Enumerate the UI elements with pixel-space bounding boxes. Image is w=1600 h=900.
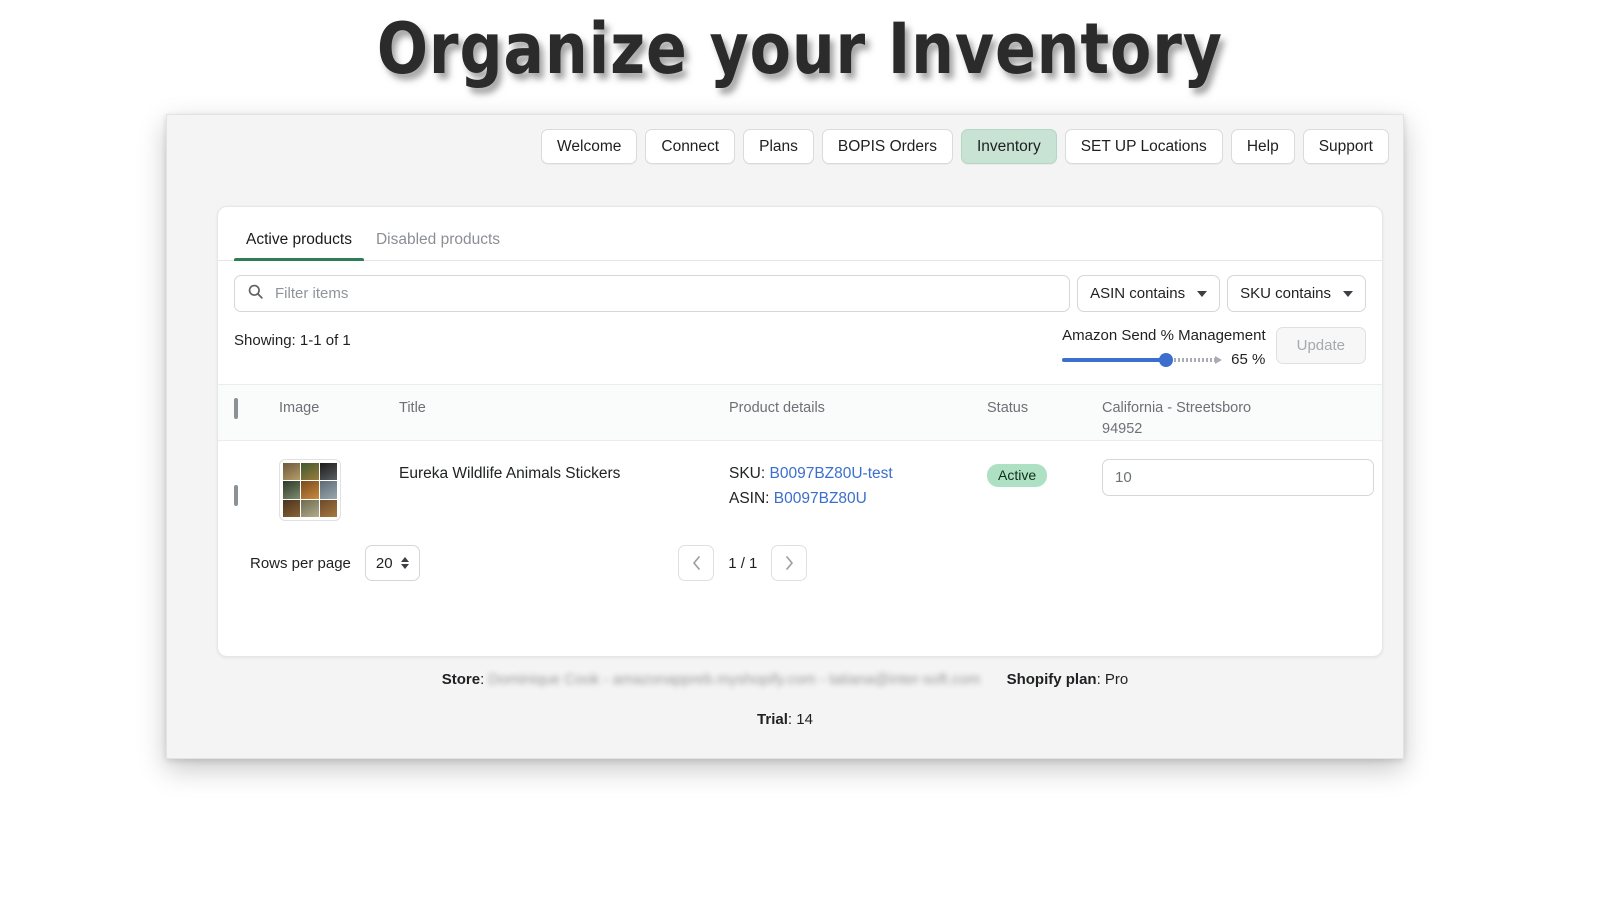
amazon-send-slider[interactable]: [1062, 352, 1223, 367]
stepper-arrows-icon: [400, 557, 409, 569]
rows-per-page-select[interactable]: 20: [364, 545, 420, 581]
top-navigation: Welcome Connect Plans BOPIS Orders Inven…: [541, 129, 1389, 164]
column-header-details: Product details: [729, 400, 825, 416]
product-asin: ASIN: B0097BZ80U: [729, 484, 987, 509]
trial-value: 14: [796, 711, 813, 728]
app-footer: Store: Dominique Cook - amazonapprеb.mys…: [167, 671, 1403, 729]
search-input[interactable]: [273, 284, 1058, 303]
status-badge: Active: [987, 464, 1048, 487]
search-icon: [247, 283, 264, 305]
table-row: Eureka Wildlife Animals Stickers SKU: B0…: [218, 441, 1382, 523]
location-line-1: California - Streetsboro: [1102, 400, 1252, 416]
search-field[interactable]: [234, 275, 1071, 312]
plan-label: Shopify plan: [1006, 671, 1097, 688]
page-controls: 1 / 1: [678, 545, 808, 581]
nav-item-inventory[interactable]: Inventory: [960, 129, 1057, 164]
slider-remaining-track: [1166, 357, 1217, 362]
update-button[interactable]: Update: [1275, 327, 1366, 364]
sku-filter-label: SKU contains: [1240, 285, 1331, 302]
nav-item-bopis-orders[interactable]: BOPIS Orders: [821, 129, 953, 164]
asin-filter-label: ASIN contains: [1090, 285, 1186, 302]
select-all-checkbox[interactable]: [234, 398, 238, 419]
chevron-down-icon: [1343, 290, 1353, 297]
nav-item-setup-locations[interactable]: SET UP Locations: [1064, 129, 1223, 164]
asin-filter-dropdown[interactable]: ASIN contains: [1077, 275, 1221, 312]
next-page-button[interactable]: [771, 545, 808, 581]
product-sku: SKU: B0097BZ80U-test: [729, 459, 987, 484]
previous-page-button[interactable]: [678, 545, 715, 581]
nav-item-connect[interactable]: Connect: [645, 129, 736, 164]
table-header-row: Image Title Product details Status Calif…: [218, 384, 1382, 441]
rows-per-page-value: 20: [375, 554, 393, 572]
tab-disabled-products[interactable]: Disabled products: [364, 231, 512, 261]
quantity-input[interactable]: [1102, 459, 1374, 496]
slider-value: 65 %: [1231, 351, 1266, 368]
amazon-send-cluster: Amazon Send % Management 65 % Update: [1062, 327, 1366, 368]
footer-store-line: Store: Dominique Cook - amazonapprеb.mys…: [441, 671, 1129, 688]
showing-count: Showing: 1-1 of 1: [234, 332, 351, 349]
page-indicator: 1 / 1: [728, 554, 758, 572]
row-select-checkbox[interactable]: [234, 485, 238, 506]
nav-item-support[interactable]: Support: [1302, 129, 1389, 164]
column-header-status: Status: [987, 400, 1029, 416]
column-header-image: Image: [279, 400, 320, 416]
slider-filled-track: [1062, 357, 1167, 362]
trial-label: Trial: [757, 711, 788, 728]
sku-value-link[interactable]: B0097BZ80U-test: [770, 465, 893, 482]
sku-filter-dropdown[interactable]: SKU contains: [1227, 275, 1366, 312]
chevron-down-icon: [1197, 290, 1208, 297]
chevron-right-icon: [786, 556, 793, 570]
rows-per-page-label: Rows per page: [250, 554, 351, 572]
product-tabs: Active products Disabled products: [218, 207, 1382, 261]
column-header-title: Title: [399, 400, 426, 416]
nav-item-welcome[interactable]: Welcome: [541, 129, 638, 164]
slider-thumb[interactable]: [1159, 352, 1174, 367]
app-window: Welcome Connect Plans BOPIS Orders Inven…: [166, 114, 1404, 759]
nav-item-help[interactable]: Help: [1230, 129, 1295, 164]
footer-trial-line: Trial: 14: [757, 711, 813, 728]
nav-item-plans[interactable]: Plans: [743, 129, 814, 164]
chevron-left-icon: [692, 556, 700, 570]
location-line-2: 94952: [1102, 421, 1143, 438]
hero-banner: Organize your Inventory: [0, 8, 1600, 90]
products-table: Image Title Product details Status Calif…: [218, 384, 1382, 581]
results-meta-row: Showing: 1-1 of 1 Amazon Send % Manageme…: [218, 312, 1382, 368]
slider-end-arrow-icon: [1215, 356, 1223, 364]
product-thumbnail: [279, 459, 341, 521]
column-header-location: California - Streetsboro 94952: [1102, 398, 1366, 440]
filter-bar: ASIN contains SKU contains: [218, 261, 1382, 312]
store-value: Dominique Cook - amazonapprеb.myshopify.…: [488, 671, 981, 688]
store-label: Store: [441, 671, 481, 688]
tab-active-products[interactable]: Active products: [234, 231, 364, 261]
amazon-send-label: Amazon Send % Management: [1062, 327, 1266, 344]
sku-label: SKU:: [729, 465, 766, 482]
plan-value: Pro: [1104, 671, 1129, 688]
page-title: Organize your Inventory: [376, 8, 1224, 90]
asin-label: ASIN:: [729, 490, 770, 508]
asin-value-link[interactable]: B0097BZ80U: [774, 490, 867, 507]
product-title: Eureka Wildlife Animals Stickers: [399, 465, 621, 482]
pagination-bar: Rows per page 20 1 / 1: [218, 523, 1382, 581]
inventory-card: Active products Disabled products ASIN c…: [217, 206, 1383, 657]
